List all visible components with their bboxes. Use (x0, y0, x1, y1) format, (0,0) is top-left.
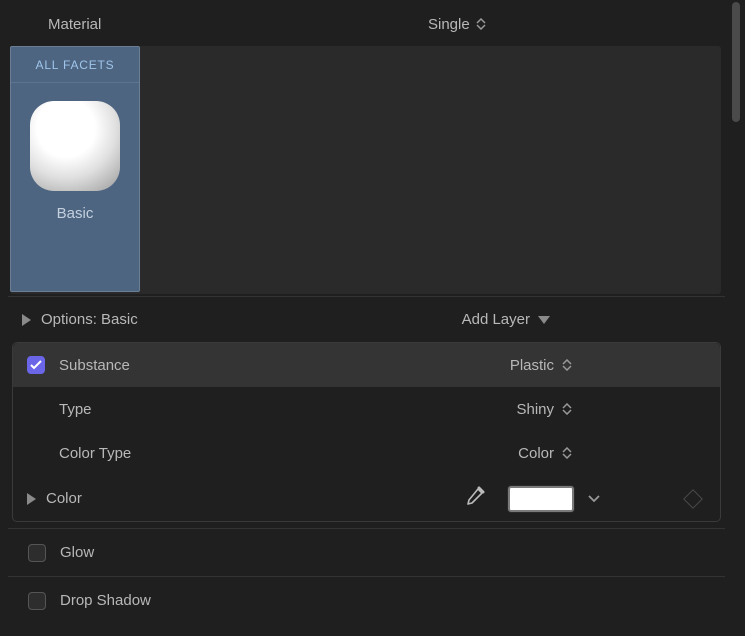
color-type-label: Color Type (59, 445, 131, 462)
options-row: Options: Basic Add Layer (8, 296, 725, 342)
facet-tile[interactable]: ALL FACETS Basic (10, 46, 140, 292)
eyedropper-icon[interactable] (464, 486, 486, 512)
color-well[interactable] (508, 486, 574, 512)
updown-icon (562, 403, 572, 415)
substance-properties: Substance Plastic Type Shiny (12, 342, 721, 522)
color-label: Color (46, 490, 82, 507)
material-header-row: Material Single (8, 2, 725, 46)
type-label: Type (59, 401, 92, 418)
substance-value: Plastic (510, 357, 554, 374)
glow-row: Glow (8, 528, 725, 576)
disclosure-triangle-icon[interactable] (27, 493, 36, 505)
chevron-down-icon (538, 316, 550, 324)
color-type-value: Color (518, 445, 554, 462)
material-mode-value: Single (428, 16, 470, 33)
keyframe-icon[interactable] (683, 489, 703, 509)
color-type-row: Color Type Color (13, 431, 720, 475)
drop-shadow-row: Drop Shadow (8, 576, 725, 624)
type-value-dropdown[interactable]: Shiny (516, 401, 572, 418)
material-preview-sphere (30, 101, 120, 191)
substance-row: Substance Plastic (13, 343, 720, 387)
drop-shadow-label: Drop Shadow (60, 592, 151, 609)
add-layer-label: Add Layer (462, 311, 530, 328)
drop-shadow-checkbox[interactable] (28, 592, 46, 610)
options-label: Options: Basic (41, 311, 462, 328)
material-label: Material (48, 16, 428, 33)
facets-tab-label: ALL FACETS (11, 47, 139, 83)
vertical-scrollbar[interactable] (729, 0, 743, 636)
add-layer-button[interactable]: Add Layer (462, 311, 550, 328)
substance-value-dropdown[interactable]: Plastic (510, 357, 572, 374)
updown-icon (562, 447, 572, 459)
type-value: Shiny (516, 401, 554, 418)
material-preview-name: Basic (57, 205, 94, 222)
material-preview-area: ALL FACETS Basic (10, 46, 721, 294)
color-type-value-dropdown[interactable]: Color (518, 445, 572, 462)
type-row: Type Shiny (13, 387, 720, 431)
substance-label: Substance (59, 357, 130, 374)
updown-icon (562, 359, 572, 371)
disclosure-triangle-icon[interactable] (22, 314, 31, 326)
color-row: Color (13, 475, 720, 521)
material-mode-dropdown[interactable]: Single (428, 16, 486, 33)
updown-icon (476, 18, 486, 30)
substance-checkbox[interactable] (27, 356, 45, 374)
glow-label: Glow (60, 544, 94, 561)
glow-checkbox[interactable] (28, 544, 46, 562)
color-options-button[interactable] (588, 490, 600, 507)
